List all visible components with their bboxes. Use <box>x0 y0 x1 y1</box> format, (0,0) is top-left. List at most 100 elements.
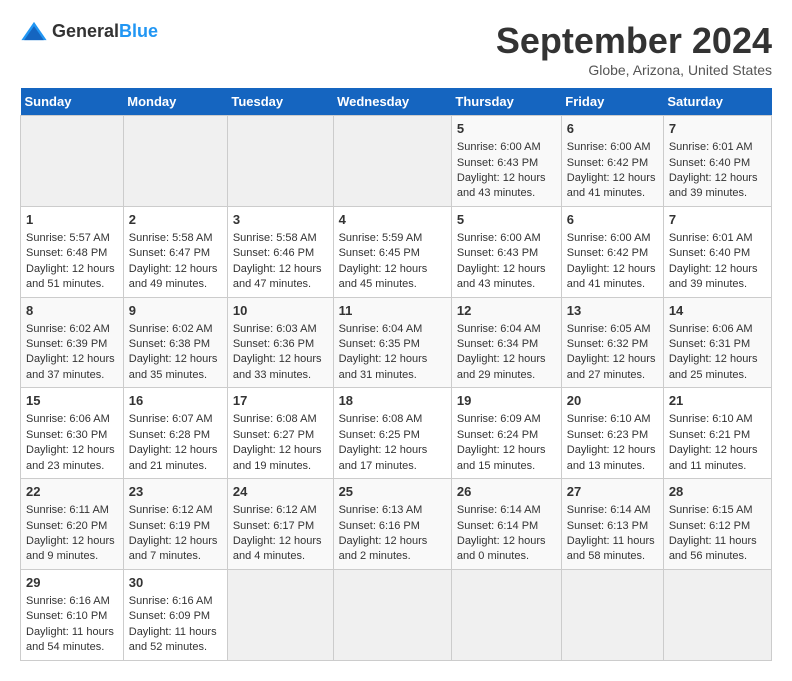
logo-text: GeneralBlue <box>52 21 158 42</box>
calendar-cell: 10Sunrise: 6:03 AMSunset: 6:36 PMDayligh… <box>227 297 333 388</box>
calendar-header-row: SundayMondayTuesdayWednesdayThursdayFrid… <box>21 88 772 116</box>
calendar-cell: 26Sunrise: 6:14 AMSunset: 6:14 PMDayligh… <box>451 479 561 570</box>
calendar-cell <box>663 569 771 660</box>
sunrise-text: Sunrise: 6:09 AM <box>457 413 541 425</box>
daylight-text: Daylight: 11 hours and 58 minutes. <box>567 535 655 562</box>
daylight-text: Daylight: 12 hours and 2 minutes. <box>339 535 428 562</box>
day-number: 7 <box>669 211 766 229</box>
calendar-week-4: 22Sunrise: 6:11 AMSunset: 6:20 PMDayligh… <box>21 479 772 570</box>
day-number: 17 <box>233 392 328 410</box>
day-number: 25 <box>339 483 446 501</box>
sunrise-text: Sunrise: 6:06 AM <box>26 413 110 425</box>
location-subtitle: Globe, Arizona, United States <box>496 62 772 78</box>
sunset-text: Sunset: 6:23 PM <box>567 429 648 441</box>
daylight-text: Daylight: 12 hours and 47 minutes. <box>233 263 322 290</box>
day-number: 28 <box>669 483 766 501</box>
sunrise-text: Sunrise: 5:57 AM <box>26 232 110 244</box>
day-header-friday: Friday <box>561 88 663 116</box>
daylight-text: Daylight: 12 hours and 25 minutes. <box>669 353 758 380</box>
sunset-text: Sunset: 6:43 PM <box>457 247 538 259</box>
calendar-cell: 16Sunrise: 6:07 AMSunset: 6:28 PMDayligh… <box>123 388 227 479</box>
sunrise-text: Sunrise: 6:13 AM <box>339 504 423 516</box>
day-number: 2 <box>129 211 222 229</box>
calendar-table: SundayMondayTuesdayWednesdayThursdayFrid… <box>20 88 772 661</box>
day-number: 14 <box>669 302 766 320</box>
daylight-text: Daylight: 12 hours and 19 minutes. <box>233 444 322 471</box>
sunrise-text: Sunrise: 5:59 AM <box>339 232 423 244</box>
calendar-cell: 5Sunrise: 6:00 AMSunset: 6:43 PMDaylight… <box>451 116 561 207</box>
sunrise-text: Sunrise: 6:01 AM <box>669 232 753 244</box>
sunrise-text: Sunrise: 6:10 AM <box>669 413 753 425</box>
daylight-text: Daylight: 12 hours and 11 minutes. <box>669 444 758 471</box>
daylight-text: Daylight: 12 hours and 23 minutes. <box>26 444 115 471</box>
day-number: 1 <box>26 211 118 229</box>
calendar-week-1: 1 Sunrise: 5:57 AM Sunset: 6:48 PM Daylight… <box>21 206 772 297</box>
sunrise-text: Sunrise: 6:16 AM <box>129 595 213 607</box>
day-number: 6 <box>567 211 658 229</box>
calendar-cell: 5Sunrise: 6:00 AMSunset: 6:43 PMDaylight… <box>451 206 561 297</box>
calendar-cell: 28Sunrise: 6:15 AMSunset: 6:12 PMDayligh… <box>663 479 771 570</box>
sunset-text: Sunset: 6:32 PM <box>567 338 648 350</box>
sunrise-text: Sunrise: 6:12 AM <box>233 504 317 516</box>
day-number: 10 <box>233 302 328 320</box>
daylight-text: Daylight: 11 hours and 52 minutes. <box>129 626 217 653</box>
day-number: 7 <box>669 120 766 138</box>
sunset-text: Sunset: 6:27 PM <box>233 429 314 441</box>
daylight-text: Daylight: 11 hours and 54 minutes. <box>26 626 114 653</box>
calendar-cell <box>333 569 451 660</box>
sunset-text: Sunset: 6:12 PM <box>669 520 750 532</box>
daylight-text: Daylight: 12 hours and 41 minutes. <box>567 172 656 199</box>
day-number: 11 <box>339 302 446 320</box>
sunrise-text: Sunrise: 6:00 AM <box>567 232 651 244</box>
daylight-text: Daylight: 12 hours and 29 minutes. <box>457 353 546 380</box>
daylight-text: Daylight: 12 hours and 41 minutes. <box>567 263 656 290</box>
day-number: 23 <box>129 483 222 501</box>
sunset-text: Sunset: 6:46 PM <box>233 247 314 259</box>
calendar-cell: 8Sunrise: 6:02 AMSunset: 6:39 PMDaylight… <box>21 297 124 388</box>
day-number: 16 <box>129 392 222 410</box>
sunset-text: Sunset: 6:47 PM <box>129 247 210 259</box>
day-number: 8 <box>26 302 118 320</box>
calendar-cell: 1Sunrise: 5:57 AMSunset: 6:48 PMDaylight… <box>21 206 124 297</box>
sunset-text: Sunset: 6:48 PM <box>26 247 107 259</box>
daylight-text: Daylight: 12 hours and 37 minutes. <box>26 353 115 380</box>
day-number: 12 <box>457 302 556 320</box>
sunset-text: Sunset: 6:38 PM <box>129 338 210 350</box>
calendar-cell: 4Sunrise: 5:59 AMSunset: 6:45 PMDaylight… <box>333 206 451 297</box>
calendar-cell <box>333 116 451 207</box>
sunset-text: Sunset: 6:24 PM <box>457 429 538 441</box>
daylight-text: Daylight: 12 hours and 7 minutes. <box>129 535 218 562</box>
day-number: 4 <box>339 211 446 229</box>
daylight-text: Daylight: 12 hours and 43 minutes. <box>457 263 546 290</box>
day-number: 15 <box>26 392 118 410</box>
day-header-tuesday: Tuesday <box>227 88 333 116</box>
day-number: 13 <box>567 302 658 320</box>
calendar-cell: 13Sunrise: 6:05 AMSunset: 6:32 PMDayligh… <box>561 297 663 388</box>
day-number: 18 <box>339 392 446 410</box>
calendar-cell: 19Sunrise: 6:09 AMSunset: 6:24 PMDayligh… <box>451 388 561 479</box>
daylight-text: Daylight: 12 hours and 39 minutes. <box>669 263 758 290</box>
sunset-text: Sunset: 6:25 PM <box>339 429 420 441</box>
daylight-text: Daylight: 12 hours and 9 minutes. <box>26 535 115 562</box>
sunrise-text: Sunrise: 6:12 AM <box>129 504 213 516</box>
sunrise-text: Sunrise: 6:08 AM <box>233 413 317 425</box>
day-header-monday: Monday <box>123 88 227 116</box>
daylight-text: Daylight: 12 hours and 43 minutes. <box>457 172 546 199</box>
sunset-text: Sunset: 6:28 PM <box>129 429 210 441</box>
day-number: 26 <box>457 483 556 501</box>
sunrise-text: Sunrise: 6:15 AM <box>669 504 753 516</box>
calendar-cell: 6Sunrise: 6:00 AMSunset: 6:42 PMDaylight… <box>561 116 663 207</box>
calendar-cell: 3Sunrise: 5:58 AMSunset: 6:46 PMDaylight… <box>227 206 333 297</box>
sunset-text: Sunset: 6:20 PM <box>26 520 107 532</box>
calendar-cell <box>561 569 663 660</box>
sunset-text: Sunset: 6:42 PM <box>567 247 648 259</box>
day-number: 30 <box>129 574 222 592</box>
calendar-cell <box>227 569 333 660</box>
logo-icon <box>20 20 48 42</box>
sunrise-text: Sunrise: 6:04 AM <box>339 323 423 335</box>
daylight-text: Daylight: 12 hours and 13 minutes. <box>567 444 656 471</box>
logo-general: General <box>52 21 119 41</box>
calendar-cell: 30Sunrise: 6:16 AMSunset: 6:09 PMDayligh… <box>123 569 227 660</box>
sunrise-text: Sunrise: 6:16 AM <box>26 595 110 607</box>
day-number: 21 <box>669 392 766 410</box>
